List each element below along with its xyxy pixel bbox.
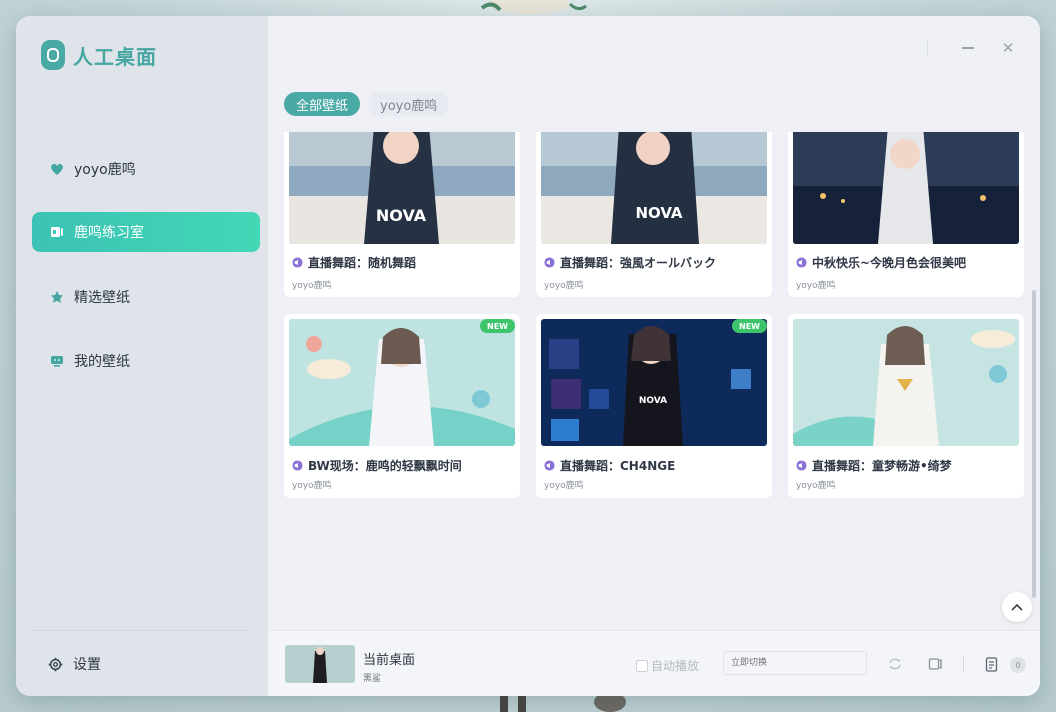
autoplay-label: 自动播放: [651, 659, 700, 673]
card-author: yoyo鹿鸣: [292, 481, 332, 491]
wallpaper-thumbnail: NOVA: [541, 132, 767, 244]
app-window: 人工桌面 yoyo鹿鸣 鹿鸣练习室 精选壁纸 我的壁纸 设置 ✕ 全部壁纸 yo…: [16, 16, 1040, 696]
scroll-to-top-button[interactable]: [1002, 592, 1032, 622]
minimize-button[interactable]: [960, 38, 976, 58]
sidebar-item-label: yoyo鹿鸣: [74, 162, 136, 178]
sound-icon: [292, 257, 303, 268]
sound-icon: [544, 460, 555, 471]
sidebar-item-yoyo[interactable]: yoyo鹿鸣: [32, 149, 260, 189]
switch-input[interactable]: [723, 651, 867, 675]
wallpaper-card[interactable]: 直播舞蹈：童梦畅游•绮梦 yoyo鹿鸣: [788, 314, 1024, 498]
sound-icon: [796, 257, 807, 268]
card-title: 直播舞蹈：随机舞蹈: [292, 254, 416, 271]
svg-text:NOVA: NOVA: [376, 206, 427, 225]
settings-button[interactable]: 设置: [48, 654, 101, 674]
category-tabs: 全部壁纸 yoyo鹿鸣: [284, 92, 450, 116]
tab-all-wallpapers[interactable]: 全部壁纸: [284, 92, 361, 116]
card-title: BW现场：鹿鸣的轻飘飘时间: [292, 457, 462, 474]
sidebar-item-label: 精选壁纸: [74, 290, 130, 306]
tab-yoyo[interactable]: yoyo鹿鸣: [368, 92, 450, 116]
window-controls-divider: [927, 39, 928, 55]
card-author: yoyo鹿鸣: [796, 481, 836, 491]
sound-icon: [544, 257, 555, 268]
card-title: 直播舞蹈：CH4NGE: [544, 457, 675, 474]
wallpaper-card[interactable]: NOVA 直播舞蹈：随机舞蹈 yoyo鹿鸣: [284, 132, 520, 297]
card-title: 中秋快乐~今晚月色会很美吧: [796, 254, 966, 271]
sidebar: 人工桌面 yoyo鹿鸣 鹿鸣练习室 精选壁纸 我的壁纸 设置: [16, 16, 268, 696]
loop-icon: [887, 657, 903, 671]
wallpaper-card[interactable]: NOVA NEW 直播舞蹈：CH4NGE yoyo鹿鸣: [536, 314, 772, 498]
wallpaper-card[interactable]: NEW BW现场：鹿鸣的轻飘飘时间 yoyo鹿鸣: [284, 314, 520, 498]
autoplay-checkbox[interactable]: [636, 659, 648, 672]
svg-text:NOVA: NOVA: [635, 204, 682, 222]
wallpaper-card[interactable]: NOVA 直播舞蹈：強風オールバック yoyo鹿鸣: [536, 132, 772, 297]
new-badge: NEW: [480, 319, 515, 333]
wallpaper-thumbnail: NOVA: [289, 132, 515, 244]
star-icon: [50, 290, 64, 304]
sidebar-item-my-wallpapers[interactable]: 我的壁纸: [32, 341, 260, 381]
settings-label: 设置: [73, 657, 101, 673]
wallpaper-grid: NOVA 直播舞蹈：随机舞蹈 yoyo鹿鸣 NOVA 直播舞蹈：強風オールバック…: [284, 132, 1032, 630]
card-author: yoyo鹿鸣: [796, 281, 836, 291]
main-panel: ✕ 全部壁纸 yoyo鹿鸣 NOVA 直播舞蹈：随机舞蹈 yoyo鹿鸣 NOVA…: [268, 16, 1040, 630]
wallpaper-thumbnail: [793, 319, 1019, 446]
wallpaper-thumbnail: [289, 319, 515, 446]
wallpaper-card[interactable]: 中秋快乐~今晚月色会很美吧 yoyo鹿鸣: [788, 132, 1024, 297]
volume-icon: [928, 657, 942, 671]
loop-button[interactable]: [887, 656, 903, 672]
player-bar: 当前桌面 黑鲨 自动播放 0: [268, 630, 1040, 696]
sidebar-divider: [32, 630, 252, 631]
wallpaper-thumbnail: NOVA: [541, 319, 767, 446]
playlist-icon: [985, 656, 999, 672]
minimize-icon: [962, 47, 974, 49]
monitor-icon: [50, 354, 64, 368]
card-author: yoyo鹿鸣: [544, 481, 584, 491]
sound-icon: [292, 460, 303, 471]
close-button[interactable]: ✕: [1000, 38, 1016, 58]
scrollbar[interactable]: [1032, 290, 1036, 598]
card-author: yoyo鹿鸣: [292, 281, 332, 291]
current-wallpaper-name: 黑鲨: [363, 674, 382, 684]
sound-icon: [796, 460, 807, 471]
svg-text:NOVA: NOVA: [639, 396, 667, 406]
wallpaper-thumbnail: [793, 132, 1019, 244]
playlist-count-badge: 0: [1010, 657, 1026, 673]
volume-button[interactable]: [927, 656, 943, 672]
player-divider: [963, 655, 964, 673]
current-wallpaper-title: 当前桌面: [363, 653, 416, 668]
new-badge: NEW: [732, 319, 767, 333]
current-wallpaper-thumbnail[interactable]: [285, 645, 355, 683]
autoplay-toggle[interactable]: 自动播放: [636, 657, 699, 674]
logo-icon: [41, 40, 65, 70]
card-title: 直播舞蹈：強風オールバック: [544, 254, 716, 271]
sidebar-item-practice-room[interactable]: 鹿鸣练习室: [32, 212, 260, 252]
app-name: 人工桌面: [73, 44, 157, 69]
chevron-up-icon: [1011, 603, 1023, 611]
gear-icon: [48, 657, 63, 672]
desktop-figure-top: [480, 0, 587, 14]
sidebar-item-featured[interactable]: 精选壁纸: [32, 277, 260, 317]
app-logo: 人工桌面: [41, 40, 157, 70]
sidebar-item-label: 鹿鸣练习室: [74, 225, 144, 241]
desktop-figure-bottom: [500, 696, 626, 712]
playlist-button[interactable]: [984, 656, 1000, 672]
close-icon: ✕: [1001, 39, 1015, 57]
sidebar-item-label: 我的壁纸: [74, 354, 130, 370]
speaker-icon: [50, 225, 64, 239]
card-title: 直播舞蹈：童梦畅游•绮梦: [796, 457, 952, 474]
heart-icon: [50, 162, 64, 176]
card-author: yoyo鹿鸣: [544, 281, 584, 291]
